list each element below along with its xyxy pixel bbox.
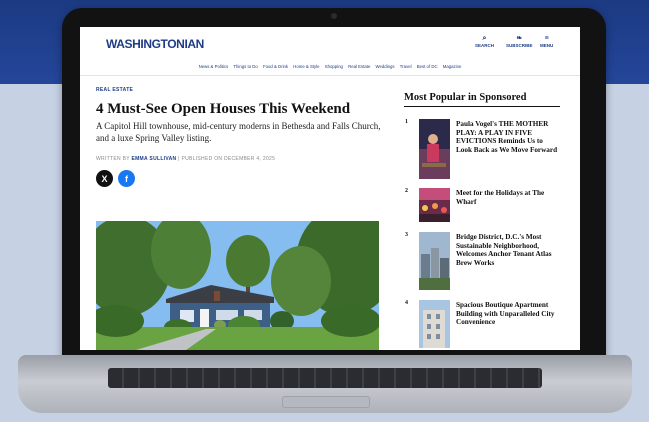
popular-rank: 1 <box>405 119 408 125</box>
byline-prefix: WRITTEN BY <box>96 156 130 162</box>
nav-item-weddings[interactable]: Weddings <box>376 64 395 69</box>
x-logo-icon: X <box>101 173 108 184</box>
nav-item-food-drink[interactable]: Food & Drink <box>263 64 288 69</box>
site-header: WASHINGTONIAN ⌕ SEARCH ❧ SUBSCRIBE ≡ MEN… <box>80 27 580 76</box>
most-popular-sidebar: Most Popular in Sponsored 1 Paula Vogel'… <box>404 92 560 348</box>
search-label: SEARCH <box>475 43 495 48</box>
article-headline: 4 Must-See Open Houses This Weekend <box>96 101 351 117</box>
popular-thumbnail <box>419 188 450 222</box>
publish-date: | PUBLISHED ON DECEMBER 4, 2025 <box>178 156 276 162</box>
nav-item-home-style[interactable]: Home & Style <box>293 64 319 69</box>
facebook-share-button[interactable]: f <box>118 170 135 187</box>
popular-thumbnail <box>419 232 450 290</box>
laptop-trackpad <box>282 396 370 408</box>
popular-thumbnail <box>419 119 450 179</box>
subscribe-label: SUBSCRIBE <box>506 43 533 48</box>
nav-item-travel[interactable]: Travel <box>400 64 412 69</box>
webcam <box>331 13 337 19</box>
sidebar-title: Most Popular in Sponsored <box>404 92 560 107</box>
share-buttons: X f <box>96 170 382 187</box>
popular-headline: Paula Vogel's THE MOTHER PLAY: A PLAY IN… <box>456 120 558 154</box>
nav-item-things-to-do[interactable]: Things to Do <box>233 64 257 69</box>
article-byline: WRITTEN BY EMMA SULLIVAN | PUBLISHED ON … <box>96 156 382 162</box>
menu-label: MENU <box>540 43 554 48</box>
twitter-bird-icon: ❧ <box>516 35 523 42</box>
popular-headline: Bridge District, D.C.'s Most Sustainable… <box>456 233 552 267</box>
hamburger-menu-icon: ≡ <box>544 35 549 42</box>
subscribe-button[interactable]: ❧ SUBSCRIBE <box>506 35 533 48</box>
laptop-keyboard <box>108 368 542 388</box>
nav-item-shopping[interactable]: Shopping <box>325 64 343 69</box>
nav-item-real-estate[interactable]: Real Estate <box>348 64 370 69</box>
browser-screen: WASHINGTONIAN ⌕ SEARCH ❧ SUBSCRIBE ≡ MEN… <box>80 27 580 350</box>
hero-image <box>96 221 379 350</box>
article-dek: A Capitol Hill townhouse, mid-century mo… <box>96 121 381 143</box>
menu-button[interactable]: ≡ MENU <box>540 35 553 48</box>
article-category[interactable]: REAL ESTATE <box>96 87 382 93</box>
popular-headline: Spacious Boutique Apartment Building wit… <box>456 301 555 327</box>
popular-thumbnail <box>419 300 450 348</box>
popular-rank: 2 <box>405 188 408 194</box>
nav-item-magazine[interactable]: Magazine <box>443 64 462 69</box>
facebook-icon: f <box>125 173 128 184</box>
x-share-button[interactable]: X <box>96 170 113 187</box>
popular-headline: Meet for the Holidays at The Wharf <box>456 189 545 206</box>
main-nav: News & Politics Things to Do Food & Drin… <box>80 64 580 69</box>
popular-rank: 4 <box>405 300 408 306</box>
mid-century-house-photo <box>96 221 379 350</box>
search-icon: ⌕ <box>482 35 487 42</box>
nav-item-news-politics[interactable]: News & Politics <box>199 64 229 69</box>
site-logo[interactable]: WASHINGTONIAN <box>106 37 204 51</box>
nav-item-best-of-dc[interactable]: Best of DC <box>417 64 438 69</box>
author-link[interactable]: EMMA SULLIVAN <box>131 156 176 162</box>
popular-rank: 3 <box>405 232 408 238</box>
article: REAL ESTATE 4 Must-See Open Houses This … <box>96 87 382 187</box>
search-button[interactable]: ⌕ SEARCH <box>475 35 494 48</box>
